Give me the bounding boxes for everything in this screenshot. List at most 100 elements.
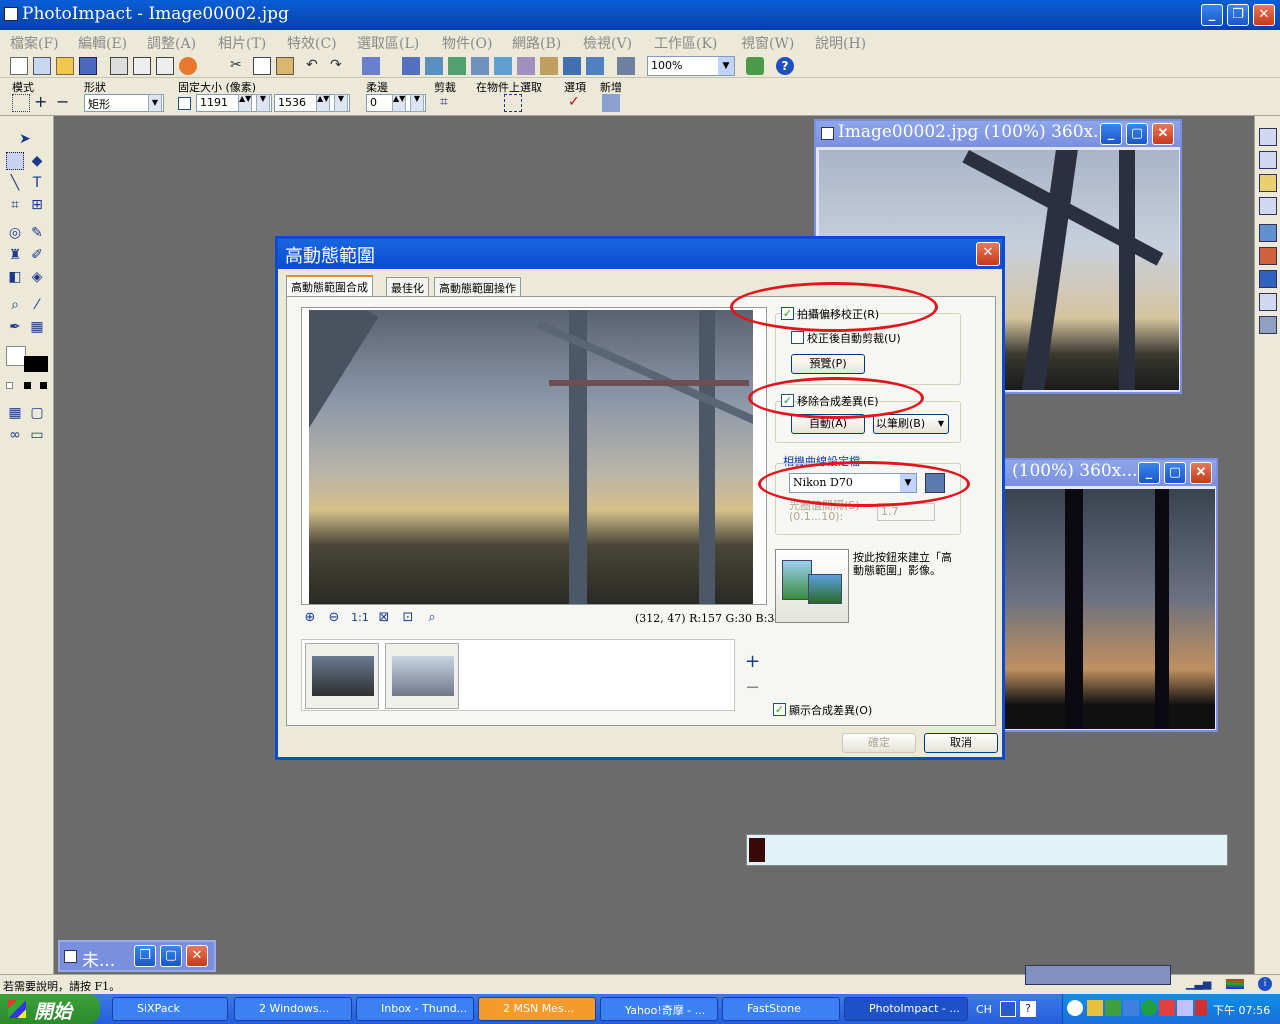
chevron-down-icon[interactable]: ▼	[410, 94, 424, 112]
fixed-size-checkbox[interactable]	[178, 97, 191, 110]
close-button[interactable]: ✕	[1152, 123, 1174, 145]
zoom-tool-icon[interactable]: ⌕	[423, 609, 441, 627]
transform-tool-icon[interactable]: ⊞	[28, 196, 46, 214]
menu-file[interactable]: 檔案(F)	[10, 33, 59, 53]
brush-dropdown-button[interactable]: 以筆刷(B) ▼	[873, 414, 949, 434]
image-enhance-icon[interactable]	[448, 57, 466, 75]
panel-icon-9[interactable]	[1259, 316, 1277, 334]
close-button[interactable]: ✕	[186, 945, 208, 967]
web-export-icon[interactable]	[586, 57, 604, 75]
zoom-tool-icon[interactable]: ⌕	[6, 296, 24, 314]
maximize-button[interactable]: ❐	[1227, 4, 1249, 26]
retouch-tool-icon[interactable]: ✐	[28, 246, 46, 264]
selection-new-icon[interactable]	[12, 94, 30, 112]
image-window-2[interactable]: (100%) 360x... _ ▢ ✕	[1000, 458, 1218, 732]
ime-icon[interactable]	[1000, 1001, 1016, 1017]
paste-icon[interactable]	[276, 57, 294, 75]
copy-icon[interactable]	[253, 57, 271, 75]
eyedropper-icon[interactable]: ⁄	[28, 296, 46, 314]
task-thunderbird[interactable]: Inbox - Thund...	[356, 997, 474, 1021]
eye-tool-icon[interactable]: ◎	[6, 224, 24, 242]
print-preview-icon[interactable]	[133, 57, 151, 75]
minimize-button[interactable]: _	[1100, 123, 1122, 145]
tray-icon-3[interactable]	[1123, 1000, 1139, 1016]
camera-icon[interactable]	[402, 57, 420, 75]
new-file-icon[interactable]	[10, 57, 28, 75]
ime-help-icon[interactable]: ?	[1020, 1001, 1036, 1017]
bar-chart-icon[interactable]: ▁▃▅	[1186, 977, 1212, 991]
panel-icon-3[interactable]	[1259, 174, 1277, 192]
task-photoimpact[interactable]: PhotoImpact - ...	[844, 997, 968, 1021]
paint-brush-icon[interactable]: ✎	[28, 224, 46, 242]
dialog-title-bar[interactable]: 高動態範圍 ✕	[278, 239, 1002, 269]
chevron-down-icon[interactable]: ▼	[256, 94, 270, 112]
mask-tool-icon[interactable]: ▦	[28, 318, 46, 336]
line-tool-icon[interactable]: ╲	[6, 174, 24, 192]
reset-white-icon[interactable]	[6, 382, 13, 389]
redo-icon[interactable]: ↷	[330, 57, 348, 75]
fit-view-icon[interactable]: ⊡	[399, 609, 417, 627]
panel-icon-4[interactable]	[1259, 197, 1277, 215]
text-tool-icon[interactable]: T	[28, 174, 46, 192]
preview-image[interactable]	[309, 310, 753, 604]
effect-icon[interactable]	[517, 57, 535, 75]
color-bar-icon[interactable]	[1226, 979, 1244, 989]
menu-window[interactable]: 視窗(W)	[741, 33, 794, 53]
app-icon[interactable]	[4, 7, 18, 21]
cut-icon[interactable]: ✂	[230, 57, 248, 75]
fit-window-icon[interactable]: ⊠	[375, 609, 393, 627]
width-spin-icon[interactable]: ▲▼	[238, 94, 252, 112]
tray-icon-7[interactable]	[1195, 1000, 1207, 1016]
menu-help[interactable]: 說明(H)	[815, 33, 866, 53]
maximize-button[interactable]: ▢	[160, 945, 182, 967]
preview-button[interactable]: 預覽(P)	[791, 354, 865, 374]
show-diff-checkbox[interactable]: ✓	[773, 703, 786, 716]
create-hdr-button[interactable]	[775, 549, 849, 623]
menu-object[interactable]: 物件(O)	[442, 33, 492, 53]
panel-icon-5[interactable]	[1259, 224, 1277, 242]
rotate-icon[interactable]	[494, 57, 512, 75]
minimize-button[interactable]: _	[1138, 462, 1160, 484]
foreground-color-swatch[interactable]	[24, 356, 48, 372]
link-icon[interactable]: ∞	[6, 426, 24, 444]
eraser-icon[interactable]: ◧	[6, 268, 24, 286]
panel-icon-7[interactable]	[1259, 270, 1277, 288]
panel-icon-1[interactable]	[1259, 128, 1277, 146]
menu-adjust[interactable]: 調整(A)	[147, 33, 196, 53]
image-canvas-2[interactable]	[1005, 489, 1215, 729]
close-button[interactable]: ✕	[1190, 462, 1212, 484]
menu-photo[interactable]: 相片(T)	[218, 33, 266, 53]
assistant-icon[interactable]	[746, 57, 764, 75]
mini-toolbar[interactable]	[1025, 965, 1171, 985]
menu-selection[interactable]: 選取區(L)	[357, 33, 419, 53]
info-icon[interactable]: i	[1258, 977, 1272, 991]
autocrop-checkbox[interactable]	[791, 331, 804, 344]
tray-icon-6[interactable]	[1177, 1000, 1193, 1016]
selection-add-icon[interactable]: +	[34, 94, 52, 112]
restore-button[interactable]: ❐	[134, 945, 156, 967]
image-window-1-title-bar[interactable]: Image00002.jpg (100%) 360x... _ ▢ ✕	[816, 121, 1180, 147]
pick-tool-icon[interactable]: ➤	[16, 130, 34, 148]
swap-color-icon[interactable]	[40, 382, 47, 389]
scanner-icon[interactable]	[362, 57, 380, 75]
image-window-2-title-bar[interactable]: (100%) 360x... _ ▢ ✕	[1002, 460, 1216, 486]
source-thumbnail-1[interactable]	[305, 643, 379, 709]
pen-tool-icon[interactable]: ✒	[6, 318, 24, 336]
task-msn[interactable]: 2 MSN Mes...	[478, 997, 596, 1021]
menu-workspace[interactable]: 工作區(K)	[654, 33, 717, 53]
cancel-button[interactable]: 取消	[924, 733, 998, 753]
chevron-down-icon[interactable]: ▼	[718, 57, 734, 75]
zoom-out-icon[interactable]: ⊖	[325, 609, 343, 627]
grid-icon[interactable]: ▦	[6, 404, 24, 422]
standard-selection-icon[interactable]	[6, 152, 24, 170]
dialog-close-button[interactable]: ✕	[976, 242, 1000, 266]
tray-icon-1[interactable]	[1087, 1000, 1103, 1016]
frame-icon[interactable]: ▢	[28, 404, 46, 422]
selection-subtract-icon[interactable]: −	[56, 94, 74, 112]
undo-icon[interactable]: ↶	[306, 57, 324, 75]
height-spin-icon[interactable]: ▲▼	[316, 94, 330, 112]
open-folder-icon[interactable]	[56, 57, 74, 75]
zoom-in-icon[interactable]: ⊕	[301, 609, 319, 627]
workspace-icon[interactable]	[617, 57, 635, 75]
panel-icon-8[interactable]	[1259, 293, 1277, 311]
